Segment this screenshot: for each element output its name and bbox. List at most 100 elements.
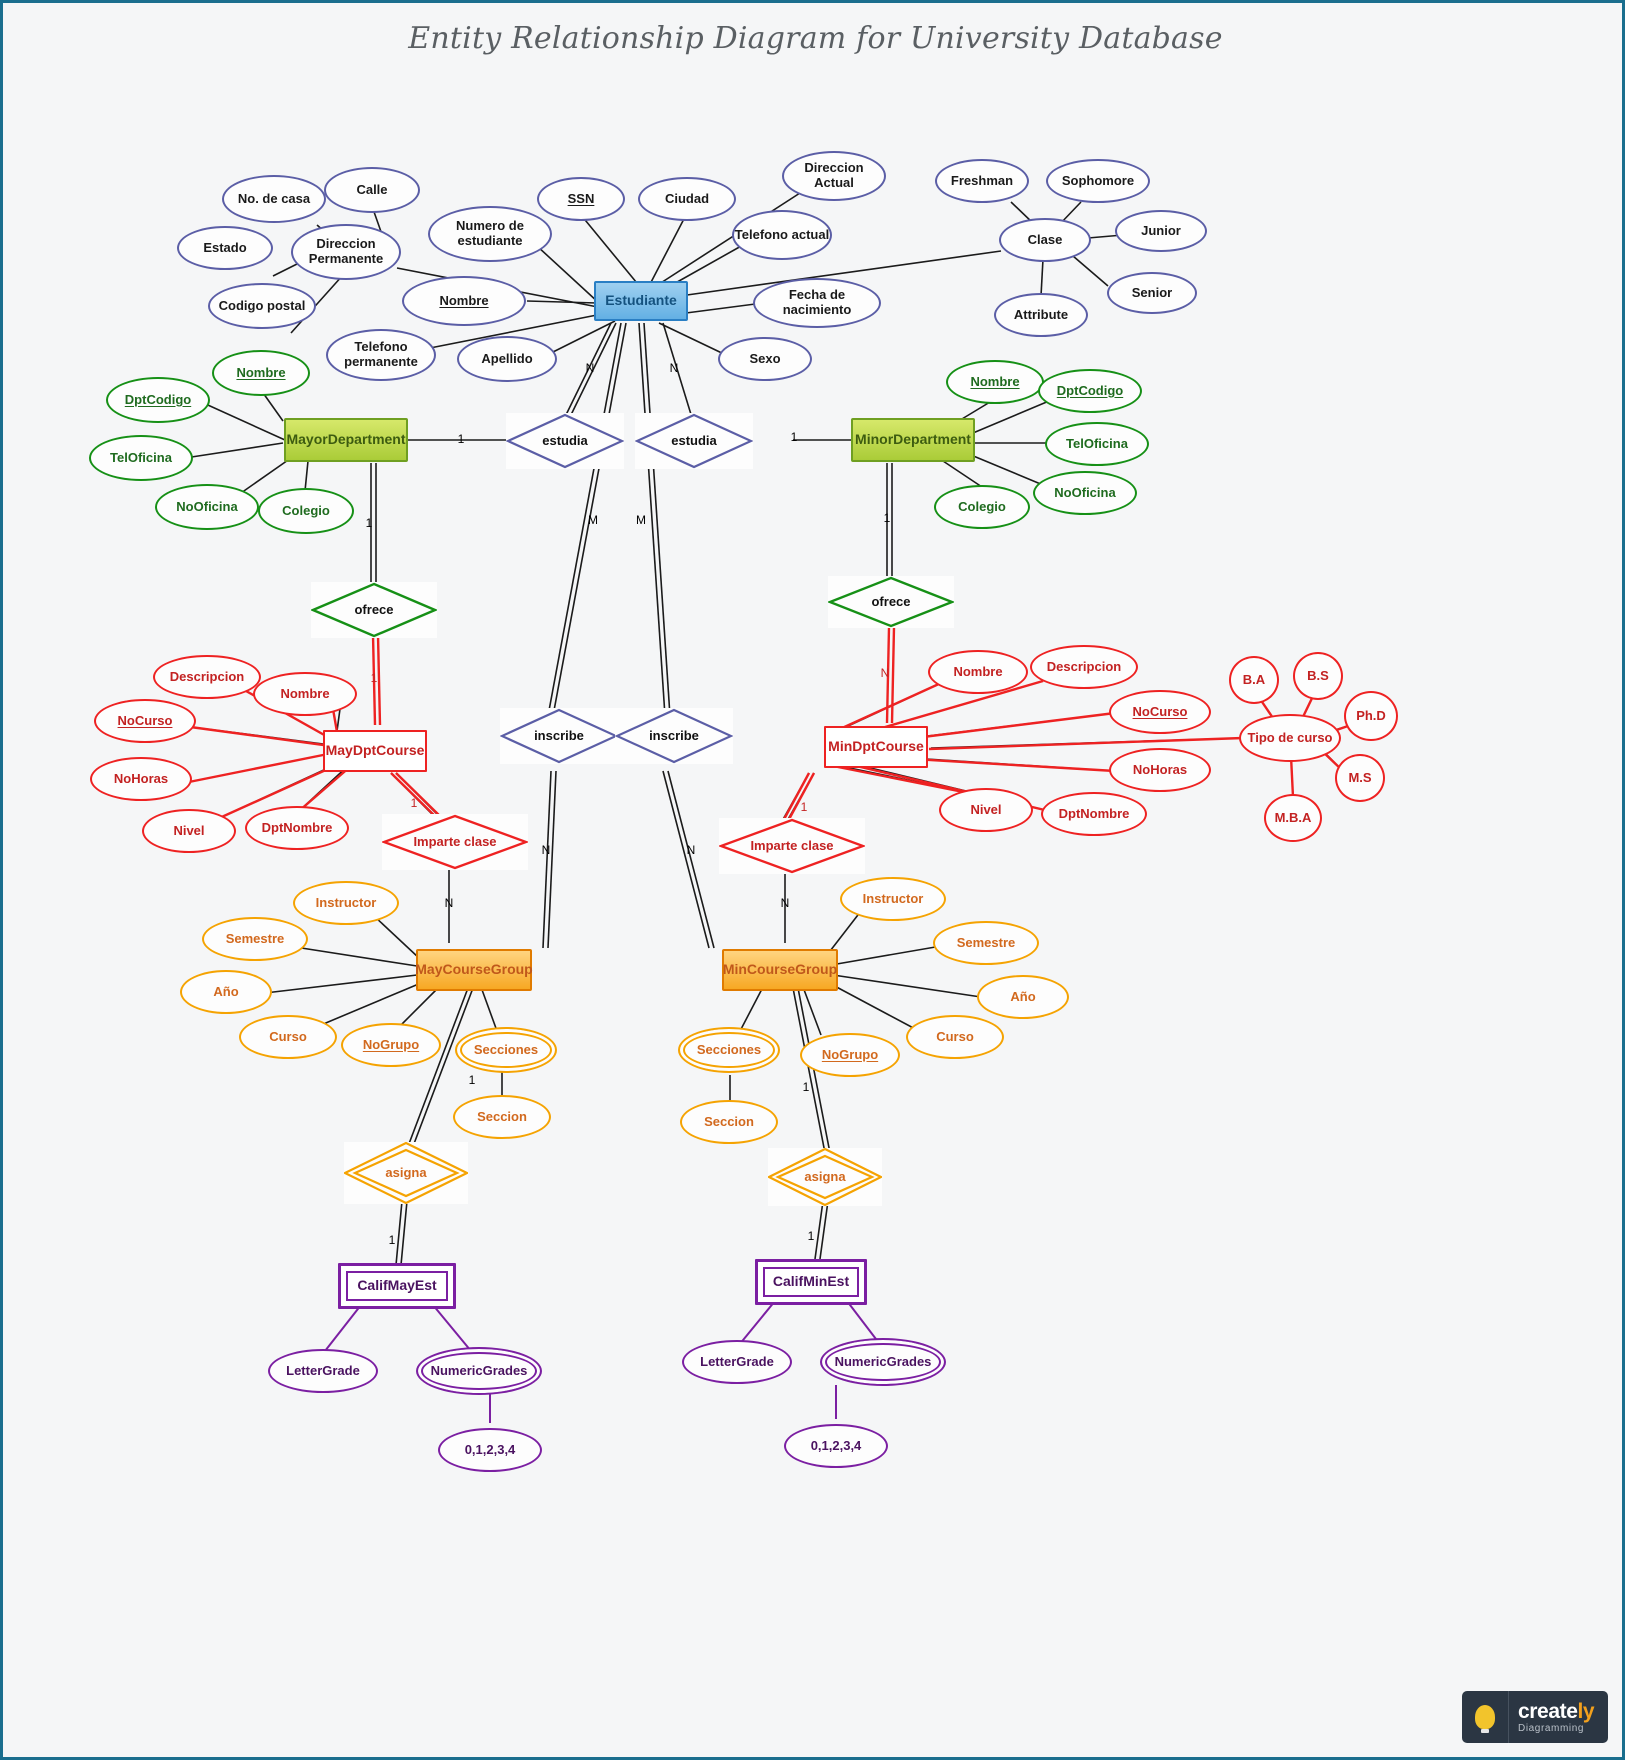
attr-min-semestre[interactable]: Semestre [933, 921, 1039, 965]
cardinality-label: N [780, 896, 790, 911]
attr-may-instructor[interactable]: Instructor [293, 881, 399, 925]
attr-senior[interactable]: Senior [1107, 272, 1197, 314]
attr-min-nombre[interactable]: Nombre [928, 650, 1028, 694]
attr-minor-nombre[interactable]: Nombre [946, 360, 1044, 404]
attr-may-nombre[interactable]: Nombre [253, 672, 357, 716]
cardinality-label: N [541, 843, 551, 858]
attr-attribute[interactable]: Attribute [994, 293, 1088, 337]
attr-ms[interactable]: M.S [1335, 754, 1385, 802]
attr-clase[interactable]: Clase [999, 218, 1091, 262]
relationship-estudia-left[interactable]: estudia [506, 413, 624, 469]
attr-telefono-actual[interactable]: Telefono actual [732, 210, 832, 260]
relationship-estudia-right[interactable]: estudia [635, 413, 753, 469]
relationship-inscribe-left[interactable]: inscribe [500, 708, 618, 764]
attr-may-nivel[interactable]: Nivel [142, 809, 236, 853]
attr-may-descripcion[interactable]: Descripcion [153, 655, 261, 699]
attr-min-numericgrades[interactable]: NumericGrades [820, 1338, 946, 1386]
attr-phd[interactable]: Ph.D [1344, 691, 1398, 741]
creately-logo[interactable]: creately Diagramming [1462, 1691, 1608, 1743]
attr-min-secciones[interactable]: Secciones [678, 1027, 780, 1073]
attr-apellido[interactable]: Apellido [457, 336, 557, 382]
attr-tipo-de-curso[interactable]: Tipo de curso [1239, 714, 1341, 762]
attr-estado[interactable]: Estado [177, 226, 273, 270]
cardinality-label: 1 [468, 1073, 476, 1088]
cardinality-label: 1 [802, 1080, 810, 1095]
entity-min-course-group[interactable]: MinCourseGroup [722, 949, 838, 991]
attr-may-dptnombre[interactable]: DptNombre [245, 806, 349, 850]
relationship-ofrece-right[interactable]: ofrece [828, 576, 954, 628]
entity-may-dpt-course[interactable]: MayDptCourse [323, 730, 427, 772]
attr-may-secciones[interactable]: Secciones [455, 1027, 557, 1073]
attr-may-lettergrade[interactable]: LetterGrade [268, 1349, 378, 1393]
relationship-asigna-right[interactable]: asigna [768, 1148, 882, 1206]
attr-may-seccion[interactable]: Seccion [453, 1095, 551, 1139]
attr-min-instructor[interactable]: Instructor [840, 877, 946, 921]
attr-direccion-permanente[interactable]: Direccion Permanente [291, 224, 401, 280]
attr-no-de-casa[interactable]: No. de casa [222, 175, 326, 223]
brand-name: creately [1518, 1699, 1595, 1723]
attr-min-nocurso[interactable]: NoCurso [1109, 690, 1211, 734]
relationship-ofrece-left[interactable]: ofrece [311, 582, 437, 638]
attr-fecha-de-nacimiento[interactable]: Fecha de nacimiento [753, 278, 881, 328]
attr-sexo[interactable]: Sexo [718, 337, 812, 381]
attr-minor-colegio[interactable]: Colegio [934, 485, 1030, 529]
cardinality-label: 1 [365, 516, 373, 531]
attr-ssn[interactable]: SSN [537, 177, 625, 221]
attr-ba[interactable]: B.A [1229, 656, 1279, 704]
attr-min-nohoras[interactable]: NoHoras [1109, 748, 1211, 792]
attr-may-nocurso[interactable]: NoCurso [94, 699, 196, 743]
attr-junior[interactable]: Junior [1115, 210, 1207, 252]
relationship-inscribe-right[interactable]: inscribe [615, 708, 733, 764]
attr-min-nivel[interactable]: Nivel [939, 788, 1033, 832]
attr-may-nohoras[interactable]: NoHoras [90, 757, 192, 801]
attr-mayor-teloficina[interactable]: TelOficina [89, 435, 193, 481]
attr-min-ano[interactable]: Año [977, 975, 1069, 1019]
attr-min-nogrupo[interactable]: NoGrupo [800, 1033, 900, 1077]
relationship-imparte-clase-right[interactable]: Imparte clase [719, 818, 865, 874]
attr-min-dptnombre[interactable]: DptNombre [1041, 792, 1147, 836]
attr-nombre-estudiante[interactable]: Nombre [402, 276, 526, 326]
relationship-imparte-clase-left[interactable]: Imparte clase [382, 814, 528, 870]
entity-calif-min-est[interactable]: CalifMinEst [755, 1259, 867, 1305]
entity-mayor-department[interactable]: MayorDepartment [284, 418, 408, 462]
attr-may-nogrupo[interactable]: NoGrupo [341, 1023, 441, 1067]
relationship-asigna-left[interactable]: asigna [344, 1142, 468, 1204]
attr-mba[interactable]: M.B.A [1264, 794, 1322, 842]
entity-min-dpt-course[interactable]: MinDptCourse [824, 726, 928, 768]
attr-direccion-actual[interactable]: Direccion Actual [782, 151, 886, 201]
attr-may-ano[interactable]: Año [180, 970, 272, 1014]
entity-may-course-group[interactable]: MayCourseGroup [415, 949, 533, 991]
cardinality-label: 1 [883, 511, 891, 526]
attr-mayor-colegio[interactable]: Colegio [258, 488, 354, 534]
entity-minor-department[interactable]: MinorDepartment [851, 418, 975, 462]
cardinality-label: 1 [807, 1229, 815, 1244]
attr-telefono-permanente[interactable]: Telefono permanente [326, 329, 436, 381]
attr-numero-de-estudiante[interactable]: Numero de estudiante [428, 206, 552, 262]
cardinality-label: M [588, 513, 598, 528]
attr-may-curso[interactable]: Curso [239, 1015, 337, 1059]
attr-min-grade-values[interactable]: 0,1,2,3,4 [784, 1424, 888, 1468]
attr-min-descripcion[interactable]: Descripcion [1030, 645, 1138, 689]
attr-bs[interactable]: B.S [1293, 652, 1343, 700]
attr-may-semestre[interactable]: Semestre [202, 917, 308, 961]
attr-sophomore[interactable]: Sophomore [1046, 159, 1150, 203]
cardinality-label: 1 [370, 671, 378, 686]
attr-mayor-nombre[interactable]: Nombre [212, 350, 310, 396]
attr-min-lettergrade[interactable]: LetterGrade [682, 1340, 792, 1384]
attr-minor-dptcodigo[interactable]: DptCodigo [1038, 369, 1142, 413]
er-diagram-canvas: Entity Relationship Diagram for Universi… [0, 0, 1625, 1760]
entity-estudiante[interactable]: Estudiante [594, 281, 688, 321]
attr-mayor-dptcodigo[interactable]: DptCodigo [106, 377, 210, 423]
attr-min-curso[interactable]: Curso [906, 1015, 1004, 1059]
attr-calle[interactable]: Calle [324, 167, 420, 213]
attr-minor-teloficina[interactable]: TelOficina [1045, 422, 1149, 466]
attr-ciudad[interactable]: Ciudad [638, 177, 736, 221]
entity-calif-may-est[interactable]: CalifMayEst [338, 1263, 456, 1309]
attr-may-numericgrades[interactable]: NumericGrades [416, 1347, 542, 1395]
attr-mayor-nooficina[interactable]: NoOficina [155, 484, 259, 530]
attr-minor-nooficina[interactable]: NoOficina [1033, 471, 1137, 515]
attr-min-seccion[interactable]: Seccion [680, 1100, 778, 1144]
attr-freshman[interactable]: Freshman [935, 159, 1029, 203]
attr-codigo-postal[interactable]: Codigo postal [208, 283, 316, 329]
attr-may-grade-values[interactable]: 0,1,2,3,4 [438, 1428, 542, 1472]
